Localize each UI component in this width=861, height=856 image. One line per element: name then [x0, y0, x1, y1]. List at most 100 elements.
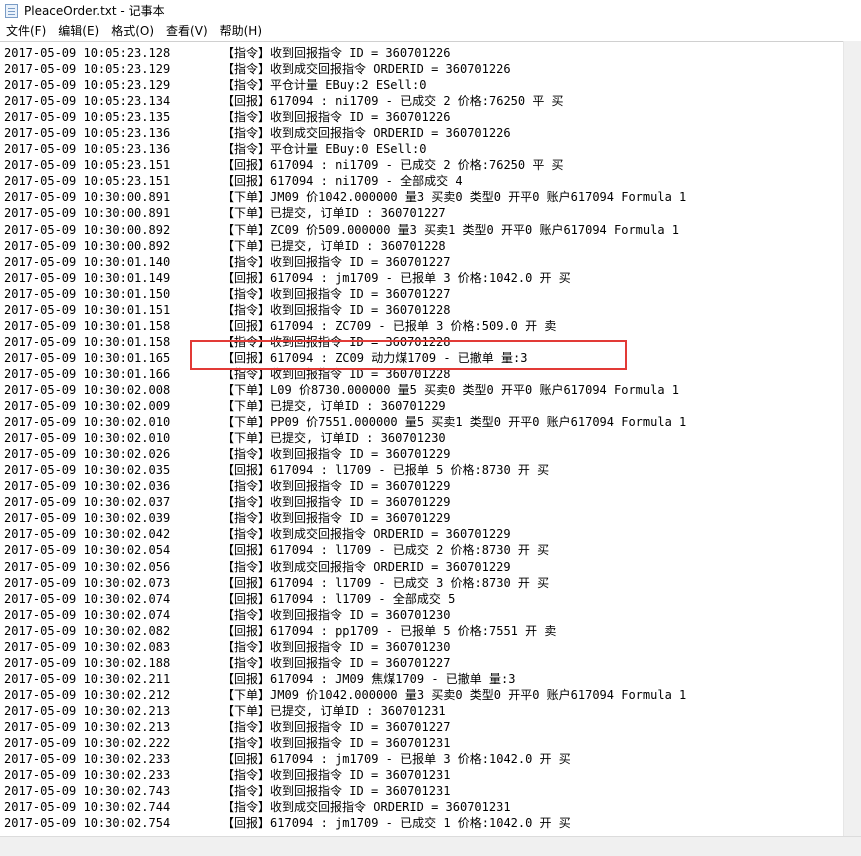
menu-edit[interactable]: 编辑(E) — [52, 21, 105, 41]
log-tag-label: 下单 — [234, 206, 259, 221]
log-message: 平仓计量 EBuy:2 ESell:0 — [270, 78, 427, 93]
log-timestamp: 2017-05-09 10:30:02.212 — [4, 687, 171, 702]
log-tag: 【指令】 — [222, 607, 271, 622]
log-tag-label: 回报 — [234, 158, 259, 173]
log-line: 2017-05-09 10:30:02.073 【回报】617094 : l170… — [4, 575, 686, 591]
log-message: 617094 : ni1709 - 已成交 2 价格:76250 平 买 — [270, 94, 564, 109]
log-line: 2017-05-09 10:05:23.129 【指令】平仓计量 EBuy:2 E… — [4, 77, 686, 93]
log-message: 收到回报指令 ID = 360701230 — [270, 639, 451, 654]
log-tag-label: 回报 — [234, 543, 259, 558]
menu-view[interactable]: 查看(V) — [160, 21, 214, 41]
log-line: 2017-05-09 10:05:23.151 【回报】617094 : ni17… — [4, 173, 686, 189]
log-line: 2017-05-09 10:30:02.035 【回报】617094 : l170… — [4, 462, 686, 478]
log-tag-label: 回报 — [234, 671, 259, 686]
log-timestamp: 2017-05-09 10:05:23.136 — [4, 142, 171, 157]
menu-format[interactable]: 格式(O) — [105, 21, 160, 41]
log-lines: 2017-05-09 10:05:23.128 【指令】收到回报指令 ID = 3… — [4, 45, 686, 831]
log-tag: 【指令】 — [222, 126, 271, 141]
log-tag: 【指令】 — [222, 78, 271, 93]
log-tag: 【回报】 — [222, 543, 271, 558]
log-timestamp: 2017-05-09 10:05:23.136 — [4, 126, 171, 141]
log-tag: 【下单】 — [222, 399, 271, 414]
log-tag-label: 指令 — [234, 495, 259, 510]
menu-file[interactable]: 文件(F) — [0, 21, 52, 41]
log-line: 2017-05-09 10:05:23.134 【回报】617094 : ni17… — [4, 93, 686, 109]
log-timestamp: 2017-05-09 10:30:02.222 — [4, 736, 171, 751]
log-tag: 【指令】 — [222, 559, 271, 574]
log-message: 收到回报指令 ID = 360701231 — [270, 768, 451, 783]
log-line: 2017-05-09 10:05:23.135 【指令】收到回报指令 ID = 3… — [4, 109, 686, 125]
log-message: 617094 : jm1709 - 已报单 3 价格:1042.0 开 买 — [270, 752, 571, 767]
log-timestamp: 2017-05-09 10:30:02.010 — [4, 415, 171, 430]
log-line: 2017-05-09 10:30:02.026 【指令】收到回报指令 ID = 3… — [4, 446, 686, 462]
log-timestamp: 2017-05-09 10:05:23.134 — [4, 94, 171, 109]
log-tag-label: 回报 — [234, 816, 259, 831]
log-tag: 【指令】 — [222, 527, 271, 542]
log-timestamp: 2017-05-09 10:30:01.150 — [4, 286, 171, 301]
log-line: 2017-05-09 10:05:23.129 【指令】收到成交回报指令 ORDE… — [4, 61, 686, 77]
log-message: 收到回报指令 ID = 360701227 — [270, 655, 451, 670]
log-line: 2017-05-09 10:30:01.140 【指令】收到回报指令 ID = 3… — [4, 254, 686, 270]
log-tag: 【指令】 — [222, 110, 271, 125]
log-timestamp: 2017-05-09 10:30:02.233 — [4, 768, 171, 783]
log-message: 617094 : ni1709 - 全部成交 4 — [270, 174, 463, 189]
log-timestamp: 2017-05-09 10:30:02.754 — [4, 816, 171, 831]
log-timestamp: 2017-05-09 10:30:00.892 — [4, 222, 171, 237]
log-tag: 【指令】 — [222, 736, 271, 751]
log-tag: 【指令】 — [222, 302, 271, 317]
log-message: 收到成交回报指令 ORDERID = 360701226 — [270, 62, 511, 77]
log-tag-label: 指令 — [234, 607, 259, 622]
log-timestamp: 2017-05-09 10:30:01.158 — [4, 318, 171, 333]
log-timestamp: 2017-05-09 10:30:02.083 — [4, 639, 171, 654]
log-message: L09 价8730.000000 量5 买卖0 类型0 开平0 账户617094… — [270, 382, 680, 397]
log-line: 2017-05-09 10:05:23.128 【指令】收到回报指令 ID = 3… — [4, 45, 686, 61]
horizontal-scrollbar[interactable] — [0, 836, 861, 856]
log-tag-label: 下单 — [234, 415, 259, 430]
log-line: 2017-05-09 10:30:02.010 【下单】已提交, 订单ID : 3… — [4, 430, 686, 446]
log-message: ZC09 价509.000000 量3 买卖1 类型0 开平0 账户617094… — [270, 222, 680, 237]
title-bar[interactable]: PleaceOrder.txt - 记事本 — [0, 0, 861, 21]
log-tag: 【指令】 — [222, 254, 271, 269]
log-timestamp: 2017-05-09 10:30:02.213 — [4, 703, 171, 718]
log-line: 2017-05-09 10:30:02.039 【指令】收到回报指令 ID = 3… — [4, 510, 686, 526]
log-tag: 【下单】 — [222, 431, 271, 446]
log-tag-label: 回报 — [234, 270, 259, 285]
log-line: 2017-05-09 10:30:02.222 【指令】收到回报指令 ID = 3… — [4, 735, 686, 751]
log-tag-label: 指令 — [234, 800, 259, 815]
log-timestamp: 2017-05-09 10:05:23.135 — [4, 110, 171, 125]
log-message: 收到回报指令 ID = 360701228 — [270, 302, 451, 317]
log-tag-label: 指令 — [234, 78, 259, 93]
log-timestamp: 2017-05-09 10:30:02.211 — [4, 671, 171, 686]
log-line: 2017-05-09 10:05:23.136 【指令】平仓计量 EBuy:0 E… — [4, 141, 686, 157]
vertical-scrollbar[interactable] — [843, 41, 861, 836]
log-tag-label: 指令 — [234, 736, 259, 751]
text-editor[interactable]: 2017-05-09 10:05:23.128 【指令】收到回报指令 ID = 3… — [0, 41, 860, 837]
log-tag: 【下单】 — [222, 190, 271, 205]
log-line: 2017-05-09 10:30:02.074 【回报】617094 : l170… — [4, 591, 686, 607]
log-timestamp: 2017-05-09 10:30:02.039 — [4, 511, 171, 526]
log-message: 收到成交回报指令 ORDERID = 360701229 — [270, 527, 511, 542]
log-timestamp: 2017-05-09 10:30:01.149 — [4, 270, 171, 285]
log-timestamp: 2017-05-09 10:30:01.151 — [4, 302, 171, 317]
log-tag-label: 下单 — [234, 190, 259, 205]
log-message: 平仓计量 EBuy:0 ESell:0 — [270, 142, 427, 157]
log-tag: 【指令】 — [222, 719, 271, 734]
log-timestamp: 2017-05-09 10:30:02.213 — [4, 719, 171, 734]
log-tag: 【回报】 — [222, 671, 271, 686]
log-timestamp: 2017-05-09 10:30:02.744 — [4, 800, 171, 815]
log-tag: 【回报】 — [222, 318, 271, 333]
log-line: 2017-05-09 10:30:02.056 【指令】收到成交回报指令 ORDE… — [4, 559, 686, 575]
log-tag: 【回报】 — [222, 575, 271, 590]
log-timestamp: 2017-05-09 10:30:02.188 — [4, 655, 171, 670]
log-message: 已提交, 订单ID : 360701230 — [270, 431, 446, 446]
log-message: JM09 价1042.000000 量3 买卖0 类型0 开平0 账户61709… — [270, 687, 687, 702]
log-line: 2017-05-09 10:30:01.151 【指令】收到回报指令 ID = 3… — [4, 302, 686, 318]
log-timestamp: 2017-05-09 10:30:02.036 — [4, 479, 171, 494]
log-line: 2017-05-09 10:30:02.212 【下单】JM09 价1042.00… — [4, 687, 686, 703]
log-message: 617094 : pp1709 - 已报单 5 价格:7551 开 卖 — [270, 623, 557, 638]
log-line: 2017-05-09 10:30:00.891 【下单】JM09 价1042.00… — [4, 189, 686, 205]
log-tag: 【指令】 — [222, 286, 271, 301]
menu-help[interactable]: 帮助(H) — [214, 21, 268, 41]
log-line: 2017-05-09 10:30:02.754 【回报】617094 : jm17… — [4, 815, 686, 831]
log-tag: 【回报】 — [222, 94, 271, 109]
